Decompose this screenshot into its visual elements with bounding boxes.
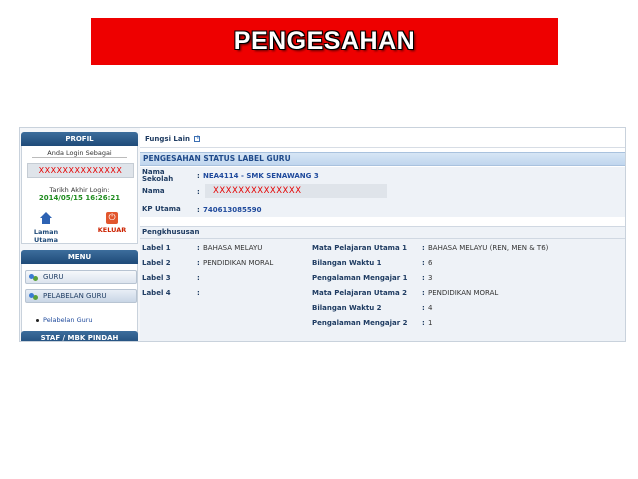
- colon: :: [422, 289, 425, 297]
- bullet-icon: [36, 318, 39, 322]
- subject-label: Bilangan Waktu 1: [312, 259, 382, 267]
- kp-value: 740613085590: [203, 206, 262, 214]
- expand-icon[interactable]: [194, 134, 200, 142]
- last-login-label: Tarikh Akhir Login:: [49, 186, 110, 194]
- label-name: Label 3: [142, 274, 171, 282]
- kp-label: KP Utama: [142, 205, 181, 213]
- specialization-body: Label 1 : BAHASA MELAYU Label 2 : PENDID…: [140, 239, 625, 341]
- label-name: Label 2: [142, 259, 171, 267]
- subject-label: Bilangan Waktu 2: [312, 304, 382, 312]
- people-icon: [29, 292, 39, 301]
- home-icon: [40, 212, 52, 224]
- school-value: NEA4114 - SMK SENAWANG 3: [203, 172, 319, 180]
- home-label: Laman Utama: [33, 228, 59, 244]
- colon: :: [197, 274, 200, 282]
- colon: :: [422, 274, 425, 282]
- subject-value: 4: [428, 304, 433, 312]
- label-name: Label 1: [142, 244, 171, 252]
- subject-label: Pengalaman Mengajar 1: [312, 274, 408, 282]
- subject-value: 1: [428, 319, 433, 327]
- menu-item-guru[interactable]: GURU: [25, 270, 137, 284]
- colon: :: [197, 206, 200, 214]
- colon: :: [197, 289, 200, 297]
- main-content: Fungsi Lain PENGESAHAN STATUS LABEL GURU…: [140, 128, 625, 341]
- tab-fungsi-lain[interactable]: Fungsi Lain: [145, 134, 200, 143]
- subject-value: 6: [428, 259, 433, 267]
- logout-link[interactable]: ⏻ KELUAR: [96, 212, 128, 234]
- login-as-label: Anda Login Sebagai: [47, 149, 112, 157]
- label-value: BAHASA MELAYU: [203, 244, 263, 252]
- people-icon: [29, 273, 39, 282]
- section-title: PENGESAHAN STATUS LABEL GURU: [140, 152, 625, 166]
- staf-header: STAF / MBK PINDAH: [21, 331, 138, 341]
- staf-panel[interactable]: STAF / MBK PINDAH: [20, 331, 139, 341]
- tab-label: Fungsi Lain: [145, 135, 190, 143]
- colon: :: [422, 259, 425, 267]
- profile-header: PROFIL: [21, 132, 138, 146]
- colon: :: [197, 244, 200, 252]
- banner-title: PENGESAHAN: [233, 27, 416, 55]
- subject-value: 3: [428, 274, 433, 282]
- label-name: Label 4: [142, 289, 171, 297]
- subject-value: PENDIDIKAN MORAL: [428, 289, 499, 297]
- specialization-header: Pengkhususan: [140, 226, 625, 239]
- menu-header: MENU: [21, 250, 138, 264]
- colon: :: [422, 319, 425, 327]
- teacher-info: Nama Sekolah : NEA4114 - SMK SENAWANG 3 …: [140, 167, 625, 217]
- colon: :: [197, 259, 200, 267]
- name-value: XXXXXXXXXXXXXX: [205, 184, 387, 198]
- profile-box: Anda Login Sebagai XXXXXXXXXXXXXX Tarikh…: [21, 146, 138, 244]
- label-value: PENDIDIKAN MORAL: [203, 259, 274, 267]
- menu-item-pelabelan-guru[interactable]: PELABELAN GURU: [25, 289, 137, 303]
- colon: :: [197, 188, 200, 196]
- divider: [32, 157, 127, 158]
- menu-item-label: PELABELAN GURU: [43, 292, 107, 300]
- subject-label: Mata Pelajaran Utama 2: [312, 289, 407, 297]
- tab-bar: Fungsi Lain: [140, 128, 625, 148]
- colon: :: [197, 172, 200, 180]
- title-banner: PENGESAHAN: [91, 18, 558, 65]
- name-label: Nama: [142, 187, 165, 195]
- school-label-2: Sekolah: [142, 175, 174, 183]
- power-icon: ⏻: [106, 212, 118, 224]
- subject-label: Pengalaman Mengajar 2: [312, 319, 408, 327]
- menu-item-label: GURU: [43, 273, 64, 281]
- app-screenshot: PROFIL Anda Login Sebagai XXXXXXXXXXXXXX…: [19, 127, 626, 342]
- subject-label: Mata Pelajaran Utama 1: [312, 244, 407, 252]
- menu-box: GURU PELABELAN GURU Pelabelan Guru: [21, 264, 138, 336]
- profile-name: XXXXXXXXXXXXXX: [27, 163, 134, 178]
- sidebar: PROFIL Anda Login Sebagai XXXXXXXXXXXXXX…: [20, 132, 139, 341]
- submenu-item-pelabelan-guru[interactable]: Pelabelan Guru: [36, 316, 93, 324]
- colon: :: [422, 304, 425, 312]
- menu-panel: MENU GURU PELABELAN GURU Pelabelan Guru: [20, 250, 139, 336]
- logout-label: KELUAR: [97, 226, 127, 234]
- colon: :: [422, 244, 425, 252]
- home-link[interactable]: Laman Utama: [26, 212, 66, 244]
- last-login-value: 2014/05/15 16:26:21: [38, 194, 121, 202]
- subject-value: BAHASA MELAYU (REN, MEN & T6): [428, 244, 549, 252]
- submenu-item-label: Pelabelan Guru: [43, 316, 93, 324]
